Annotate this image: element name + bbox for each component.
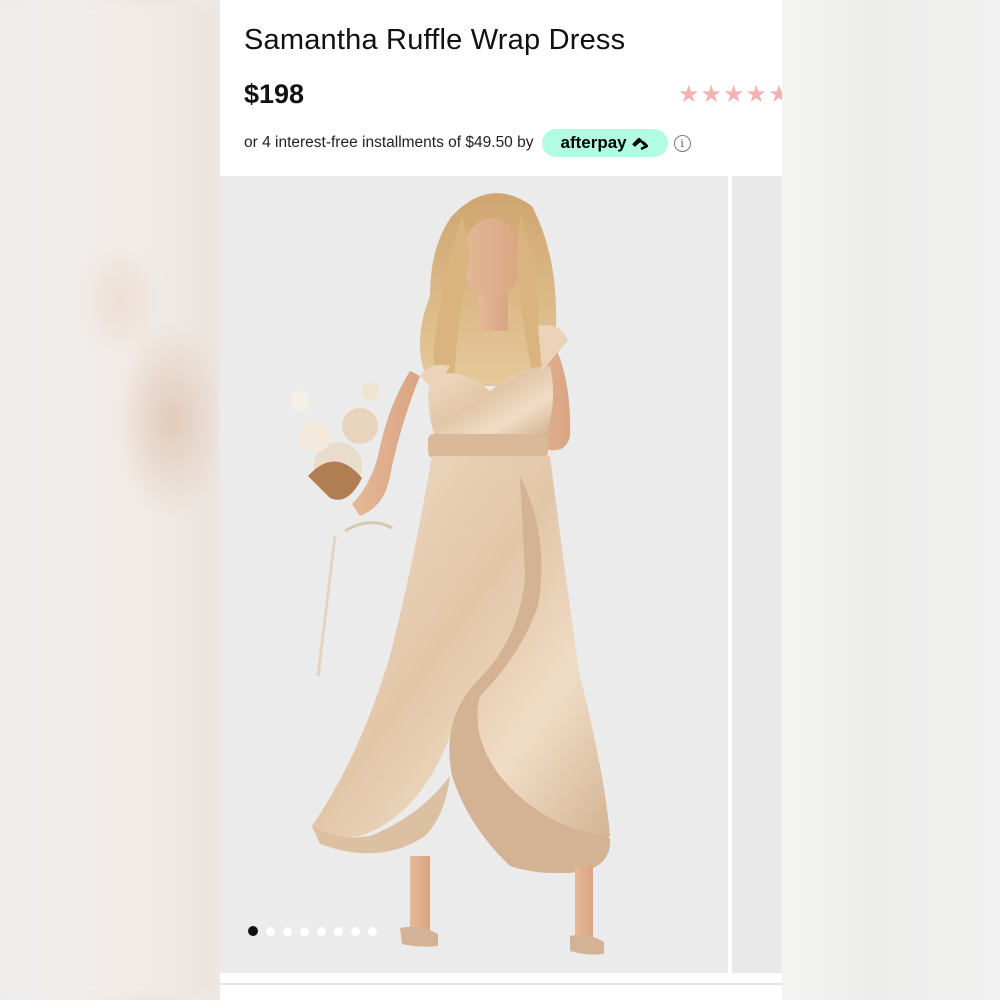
installments-row: or 4 interest-free installments of $49.5… <box>244 124 691 162</box>
installments-text: or 4 interest-free installments of $49.5… <box>244 134 534 151</box>
carousel-dot-active[interactable] <box>248 926 258 936</box>
carousel-dot[interactable] <box>368 926 377 936</box>
divider <box>220 983 782 985</box>
info-icon[interactable]: i <box>673 134 691 152</box>
product-price: $198 <box>244 79 305 109</box>
carousel-dot[interactable] <box>283 926 292 936</box>
afterpay-badge[interactable]: afterpay <box>542 129 668 157</box>
image-gallery[interactable] <box>220 176 782 973</box>
product-photo[interactable] <box>220 176 728 973</box>
carousel-dots <box>248 926 377 936</box>
product-title: Samantha Ruffle Wrap Dress <box>244 24 626 56</box>
carousel-dot[interactable] <box>317 926 326 936</box>
carousel-dot[interactable] <box>334 926 343 936</box>
carousel-dot[interactable] <box>351 926 360 936</box>
rating-stars[interactable]: ★★★★★ <box>678 80 782 109</box>
model-in-dress-image <box>220 176 728 973</box>
blurred-backdrop-right <box>782 0 1000 1000</box>
blurred-backdrop-left <box>0 0 220 1000</box>
afterpay-label: afterpay <box>560 133 627 152</box>
next-photo-peek[interactable] <box>732 176 782 973</box>
carousel-dot[interactable] <box>266 926 275 936</box>
afterpay-arrows-icon <box>631 137 648 151</box>
product-screen: Samantha Ruffle Wrap Dress $198 ★★★★★ or… <box>220 0 782 1000</box>
carousel-dot[interactable] <box>300 926 309 936</box>
